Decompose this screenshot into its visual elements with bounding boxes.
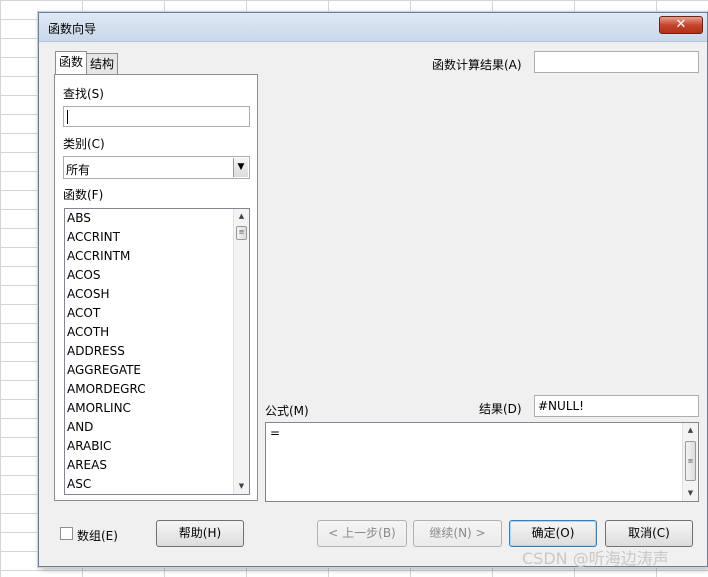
- function-list-item[interactable]: ASC: [65, 475, 233, 494]
- tab-structure-label: 结构: [90, 57, 115, 71]
- help-button[interactable]: 帮助(H): [156, 520, 244, 547]
- back-button[interactable]: < 上一步(B): [317, 520, 407, 547]
- scroll-thumb[interactable]: ≡: [685, 441, 696, 481]
- category-select[interactable]: 所有 ▼: [63, 156, 250, 179]
- formula-textarea[interactable]: = ▲ ≡ ▼: [265, 422, 699, 502]
- result-value: #NULL!: [538, 399, 584, 413]
- scroll-down-arrow-icon[interactable]: ▼: [234, 479, 249, 494]
- function-list-item[interactable]: ACOS: [65, 266, 233, 285]
- close-icon: ✕: [675, 17, 687, 32]
- function-wizard-dialog: 函数向导 ✕ 函数 结构 查找(S) 类别(C) 所有 ▼ 函数(F) ABS A…: [38, 12, 708, 567]
- category-label: 类别(C): [63, 137, 105, 151]
- chevron-down-icon[interactable]: ▼: [233, 158, 248, 177]
- functions-list[interactable]: ABS ACCRINT ACCRINTM ACOS ACOSH ACOT ACOTH ADDR…: [64, 208, 250, 495]
- function-list-item[interactable]: ADDRESS: [65, 342, 233, 361]
- tab-functions-label: 函数: [59, 55, 84, 69]
- functions-list-items: ABS ACCRINT ACCRINTM ACOS ACOSH ACOT ACOTH ADDR…: [65, 209, 233, 494]
- function-result-field: [534, 51, 699, 73]
- search-label: 查找(S): [63, 87, 104, 101]
- tab-structure[interactable]: 结构: [86, 53, 119, 74]
- function-list-item[interactable]: AMORLINC: [65, 399, 233, 418]
- function-list-item[interactable]: ACCRINT: [65, 228, 233, 247]
- function-list-item[interactable]: ABS: [65, 209, 233, 228]
- title-bar[interactable]: 函数向导 ✕: [39, 13, 707, 42]
- function-list-item[interactable]: ACOSH: [65, 285, 233, 304]
- text-cursor: [67, 110, 68, 124]
- scroll-thumb[interactable]: ≡: [236, 226, 247, 240]
- function-list-item[interactable]: AMORDEGRC: [65, 380, 233, 399]
- tab-functions[interactable]: 函数: [55, 51, 88, 74]
- formula-value: =: [270, 426, 281, 440]
- functions-label: 函数(F): [63, 188, 104, 202]
- next-button[interactable]: 继续(N) >: [413, 520, 502, 547]
- scroll-up-arrow-icon[interactable]: ▲: [234, 209, 249, 224]
- close-button[interactable]: ✕: [659, 16, 703, 34]
- scroll-up-arrow-icon[interactable]: ▲: [683, 423, 698, 438]
- result-label: 结果(D): [479, 402, 522, 416]
- array-checkbox-label: 数组(E): [77, 529, 118, 543]
- cancel-button[interactable]: 取消(C): [605, 520, 693, 547]
- watermark: CSDN @听海边涛声: [522, 549, 669, 568]
- search-input[interactable]: [63, 106, 250, 127]
- function-list-item[interactable]: AREAS: [65, 456, 233, 475]
- function-list-item[interactable]: ACOT: [65, 304, 233, 323]
- function-list-item[interactable]: ARABIC: [65, 437, 233, 456]
- formula-label: 公式(M): [265, 404, 309, 418]
- formula-scrollbar[interactable]: ▲ ≡ ▼: [682, 423, 698, 501]
- function-list-item[interactable]: AND: [65, 418, 233, 437]
- result-field: #NULL!: [534, 395, 699, 417]
- functions-list-scrollbar[interactable]: ▲ ≡ ▼: [233, 209, 249, 494]
- function-list-item[interactable]: ACOTH: [65, 323, 233, 342]
- spreadsheet-background: { "dialog": { "title": "函数向导", "close_ic…: [0, 0, 708, 577]
- array-checkbox[interactable]: [60, 527, 73, 540]
- dialog-title: 函数向导: [48, 22, 97, 36]
- category-selected-value: 所有: [66, 163, 91, 177]
- scroll-down-arrow-icon[interactable]: ▼: [683, 486, 698, 501]
- functions-tab-panel: 查找(S) 类别(C) 所有 ▼ 函数(F) ABS ACCRINT ACCRINT…: [54, 74, 258, 501]
- function-list-item[interactable]: AGGREGATE: [65, 361, 233, 380]
- function-list-item[interactable]: ACCRINTM: [65, 247, 233, 266]
- ok-button[interactable]: 确定(O): [509, 520, 597, 547]
- function-result-label: 函数计算结果(A): [432, 58, 522, 72]
